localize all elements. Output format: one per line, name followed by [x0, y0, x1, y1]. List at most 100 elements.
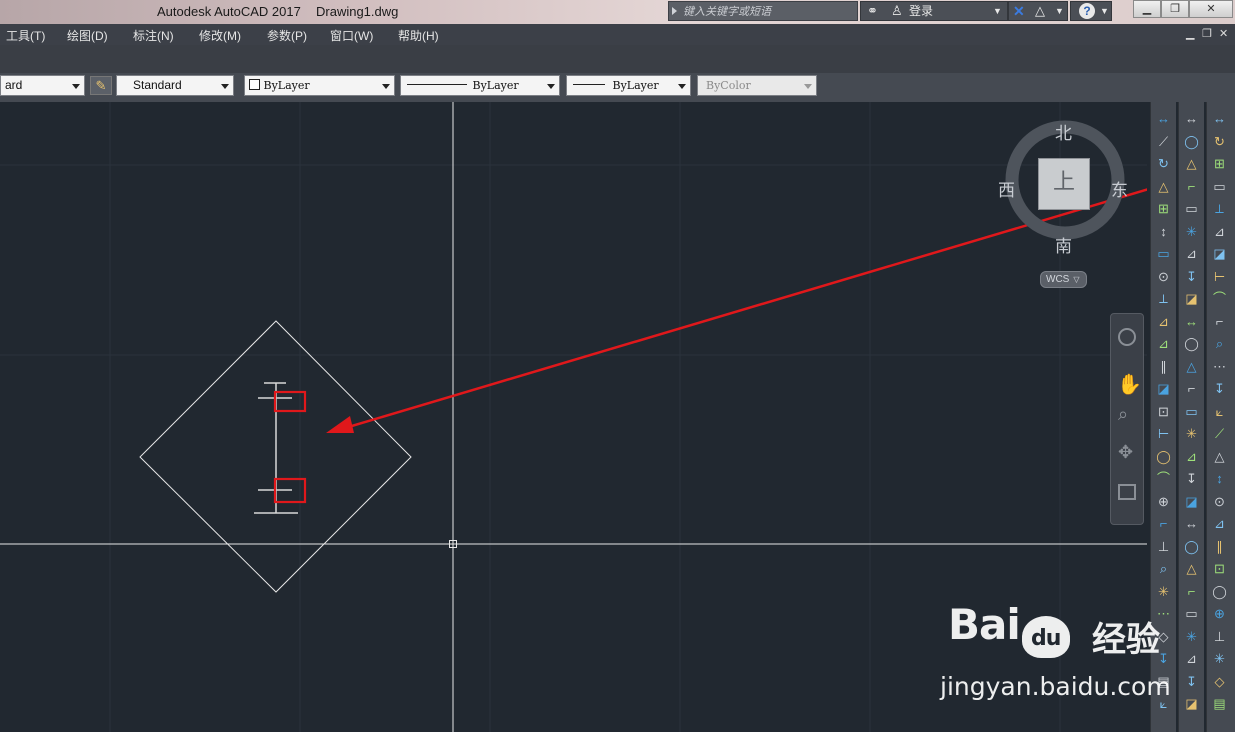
dimension-tool-icon[interactable]: ∥ [1155, 358, 1172, 375]
modify-tool-icon[interactable]: ⊿ [1211, 515, 1228, 532]
modify-tool-icon[interactable]: ⟂ [1211, 200, 1228, 217]
compass-south[interactable]: 南 [1055, 232, 1072, 257]
menu-draw[interactable]: 绘图(D) [67, 27, 108, 44]
object-snap-tool-icon[interactable]: △ [1183, 358, 1200, 375]
dimension-tool-icon[interactable]: ⊡ [1155, 403, 1172, 420]
color-select[interactable]: ByLayer [244, 75, 395, 96]
dimension-tool-icon[interactable]: △ [1155, 178, 1172, 195]
object-snap-tool-icon[interactable]: ✳ [1183, 628, 1200, 645]
dimension-tool-icon[interactable]: ⟋ [1155, 133, 1172, 150]
dimension-tool-icon[interactable]: ⊿ [1155, 335, 1172, 352]
object-snap-tool-icon[interactable]: △ [1183, 155, 1200, 172]
modify-tool-icon[interactable]: ⟀ [1211, 403, 1228, 420]
modify-tool-icon[interactable]: ⌐ [1211, 313, 1228, 330]
object-snap-tool-icon[interactable]: ⊿ [1183, 650, 1200, 667]
object-snap-tool-icon[interactable]: ◪ [1183, 290, 1200, 307]
chevron-down-icon[interactable]: ▼ [1100, 2, 1109, 20]
modify-tool-icon[interactable]: ◪ [1211, 245, 1228, 262]
exchange-icon[interactable]: ✕ [1013, 2, 1025, 20]
object-snap-tool-icon[interactable]: ↔ [1183, 313, 1200, 330]
object-snap-tool-icon[interactable]: ⌐ [1183, 178, 1200, 195]
object-snap-tool-icon[interactable]: ◯ [1183, 538, 1200, 555]
modify-tool-icon[interactable]: ↕ [1211, 470, 1228, 487]
dimension-tool-icon[interactable]: ↕ [1155, 223, 1172, 240]
modify-tool-icon[interactable]: ▭ [1211, 178, 1228, 195]
text-style-select[interactable]: ard [0, 75, 85, 96]
modify-tool-icon[interactable]: ⊡ [1211, 560, 1228, 577]
dimension-tool-icon[interactable]: ⊿ [1155, 313, 1172, 330]
object-snap-tool-icon[interactable]: △ [1183, 560, 1200, 577]
maximize-button[interactable]: ❐ [1161, 0, 1189, 18]
dim-style-icon[interactable]: ✎ [90, 76, 112, 95]
modify-tool-icon[interactable]: ✳ [1211, 650, 1228, 667]
chevron-down-icon[interactable]: ▼ [993, 2, 1002, 20]
object-snap-tool-icon[interactable]: ⊿ [1183, 448, 1200, 465]
modify-tool-icon[interactable]: ▤ [1211, 695, 1228, 712]
login-button[interactable]: 登录 [909, 2, 933, 20]
menu-tools[interactable]: 工具(T) [6, 27, 45, 44]
object-snap-tool-icon[interactable]: ↔ [1183, 515, 1200, 532]
help-icon[interactable]: ? [1079, 3, 1095, 19]
object-snap-tool-icon[interactable]: ↧ [1183, 673, 1200, 690]
zoom-icon[interactable]: ⌕ [1118, 404, 1128, 425]
object-snap-tool-icon[interactable]: ▭ [1183, 605, 1200, 622]
object-snap-tool-icon[interactable]: ◪ [1183, 695, 1200, 712]
showmotion-icon[interactable] [1118, 484, 1136, 500]
dimension-tool-icon[interactable]: ⊙ [1155, 268, 1172, 285]
object-snap-tool-icon[interactable]: ↔ [1183, 110, 1200, 127]
modify-tool-icon[interactable]: ⊙ [1211, 493, 1228, 510]
dimension-tool-icon[interactable]: ▭ [1155, 245, 1172, 262]
dimension-tool-icon[interactable]: ↔ [1155, 110, 1172, 127]
object-snap-tool-icon[interactable]: ◯ [1183, 133, 1200, 150]
object-snap-tool-icon[interactable]: ↧ [1183, 470, 1200, 487]
pan-icon[interactable]: ✋ [1117, 372, 1142, 397]
minimize-button[interactable]: ▁ [1133, 0, 1161, 18]
menu-help[interactable]: 帮助(H) [398, 27, 439, 44]
object-snap-tool-icon[interactable]: ↧ [1183, 268, 1200, 285]
object-snap-tool-icon[interactable]: ✳ [1183, 425, 1200, 442]
object-snap-tool-icon[interactable]: ◯ [1183, 335, 1200, 352]
dimension-tool-icon[interactable]: ↻ [1155, 155, 1172, 172]
dimension-tool-icon[interactable]: ⌕ [1155, 560, 1172, 577]
wcs-menu[interactable]: WCS ▽ [1040, 271, 1087, 288]
expand-icon[interactable] [672, 7, 677, 15]
modify-tool-icon[interactable]: ◯ [1211, 583, 1228, 600]
object-snap-tool-icon[interactable]: ▭ [1183, 403, 1200, 420]
dimension-tool-icon[interactable]: ⊢ [1155, 425, 1172, 442]
dimension-tool-icon[interactable]: ⌒ [1155, 470, 1172, 487]
login-area[interactable]: ⚭ ♙ 登录 ▼ [860, 1, 1008, 21]
modify-tool-icon[interactable]: ⊕ [1211, 605, 1228, 622]
object-snap-tool-icon[interactable]: ⌐ [1183, 380, 1200, 397]
menu-modify[interactable]: 修改(M) [199, 27, 241, 44]
modify-tool-icon[interactable]: ⊥ [1211, 628, 1228, 645]
menu-parametric[interactable]: 参数(P) [267, 27, 307, 44]
modify-tool-icon[interactable]: ⌒ [1211, 290, 1228, 307]
search-input[interactable]: 键入关键字或短语 [668, 1, 858, 21]
modify-tool-icon[interactable]: ↻ [1211, 133, 1228, 150]
modify-tool-icon[interactable]: ◇ [1211, 673, 1228, 690]
menu-window[interactable]: 窗口(W) [330, 27, 373, 44]
orbit-icon[interactable]: ✥ [1118, 442, 1133, 463]
doc-close-button[interactable]: ✕ [1219, 27, 1228, 40]
modify-tool-icon[interactable]: ⊿ [1211, 223, 1228, 240]
object-snap-tool-icon[interactable]: ✳ [1183, 223, 1200, 240]
modify-tool-icon[interactable]: ⟋ [1211, 425, 1228, 442]
object-snap-tool-icon[interactable]: ⊿ [1183, 245, 1200, 262]
doc-minimize-button[interactable]: ▁ [1186, 27, 1194, 40]
plot-style-select[interactable]: ByColor [697, 75, 817, 96]
dimension-tool-icon[interactable]: ⊞ [1155, 200, 1172, 217]
object-snap-tool-icon[interactable]: ◪ [1183, 493, 1200, 510]
modify-tool-icon[interactable]: ↔ [1211, 110, 1228, 127]
doc-restore-button[interactable]: ❐ [1202, 27, 1212, 40]
dimension-tool-icon[interactable]: ◯ [1155, 448, 1172, 465]
dimension-tool-icon[interactable]: ⊕ [1155, 493, 1172, 510]
chevron-down-icon[interactable]: ▼ [1055, 2, 1064, 20]
modify-tool-icon[interactable]: ⊞ [1211, 155, 1228, 172]
close-button[interactable]: ✕ [1189, 0, 1233, 18]
modify-tool-icon[interactable]: ∥ [1211, 538, 1228, 555]
steering-wheel-icon[interactable] [1118, 328, 1136, 346]
compass-west[interactable]: 西 [998, 176, 1015, 201]
compass-north[interactable]: 北 [1055, 119, 1072, 144]
linetype-select[interactable]: ByLayer [400, 75, 560, 96]
modify-tool-icon[interactable]: ⊢ [1211, 268, 1228, 285]
